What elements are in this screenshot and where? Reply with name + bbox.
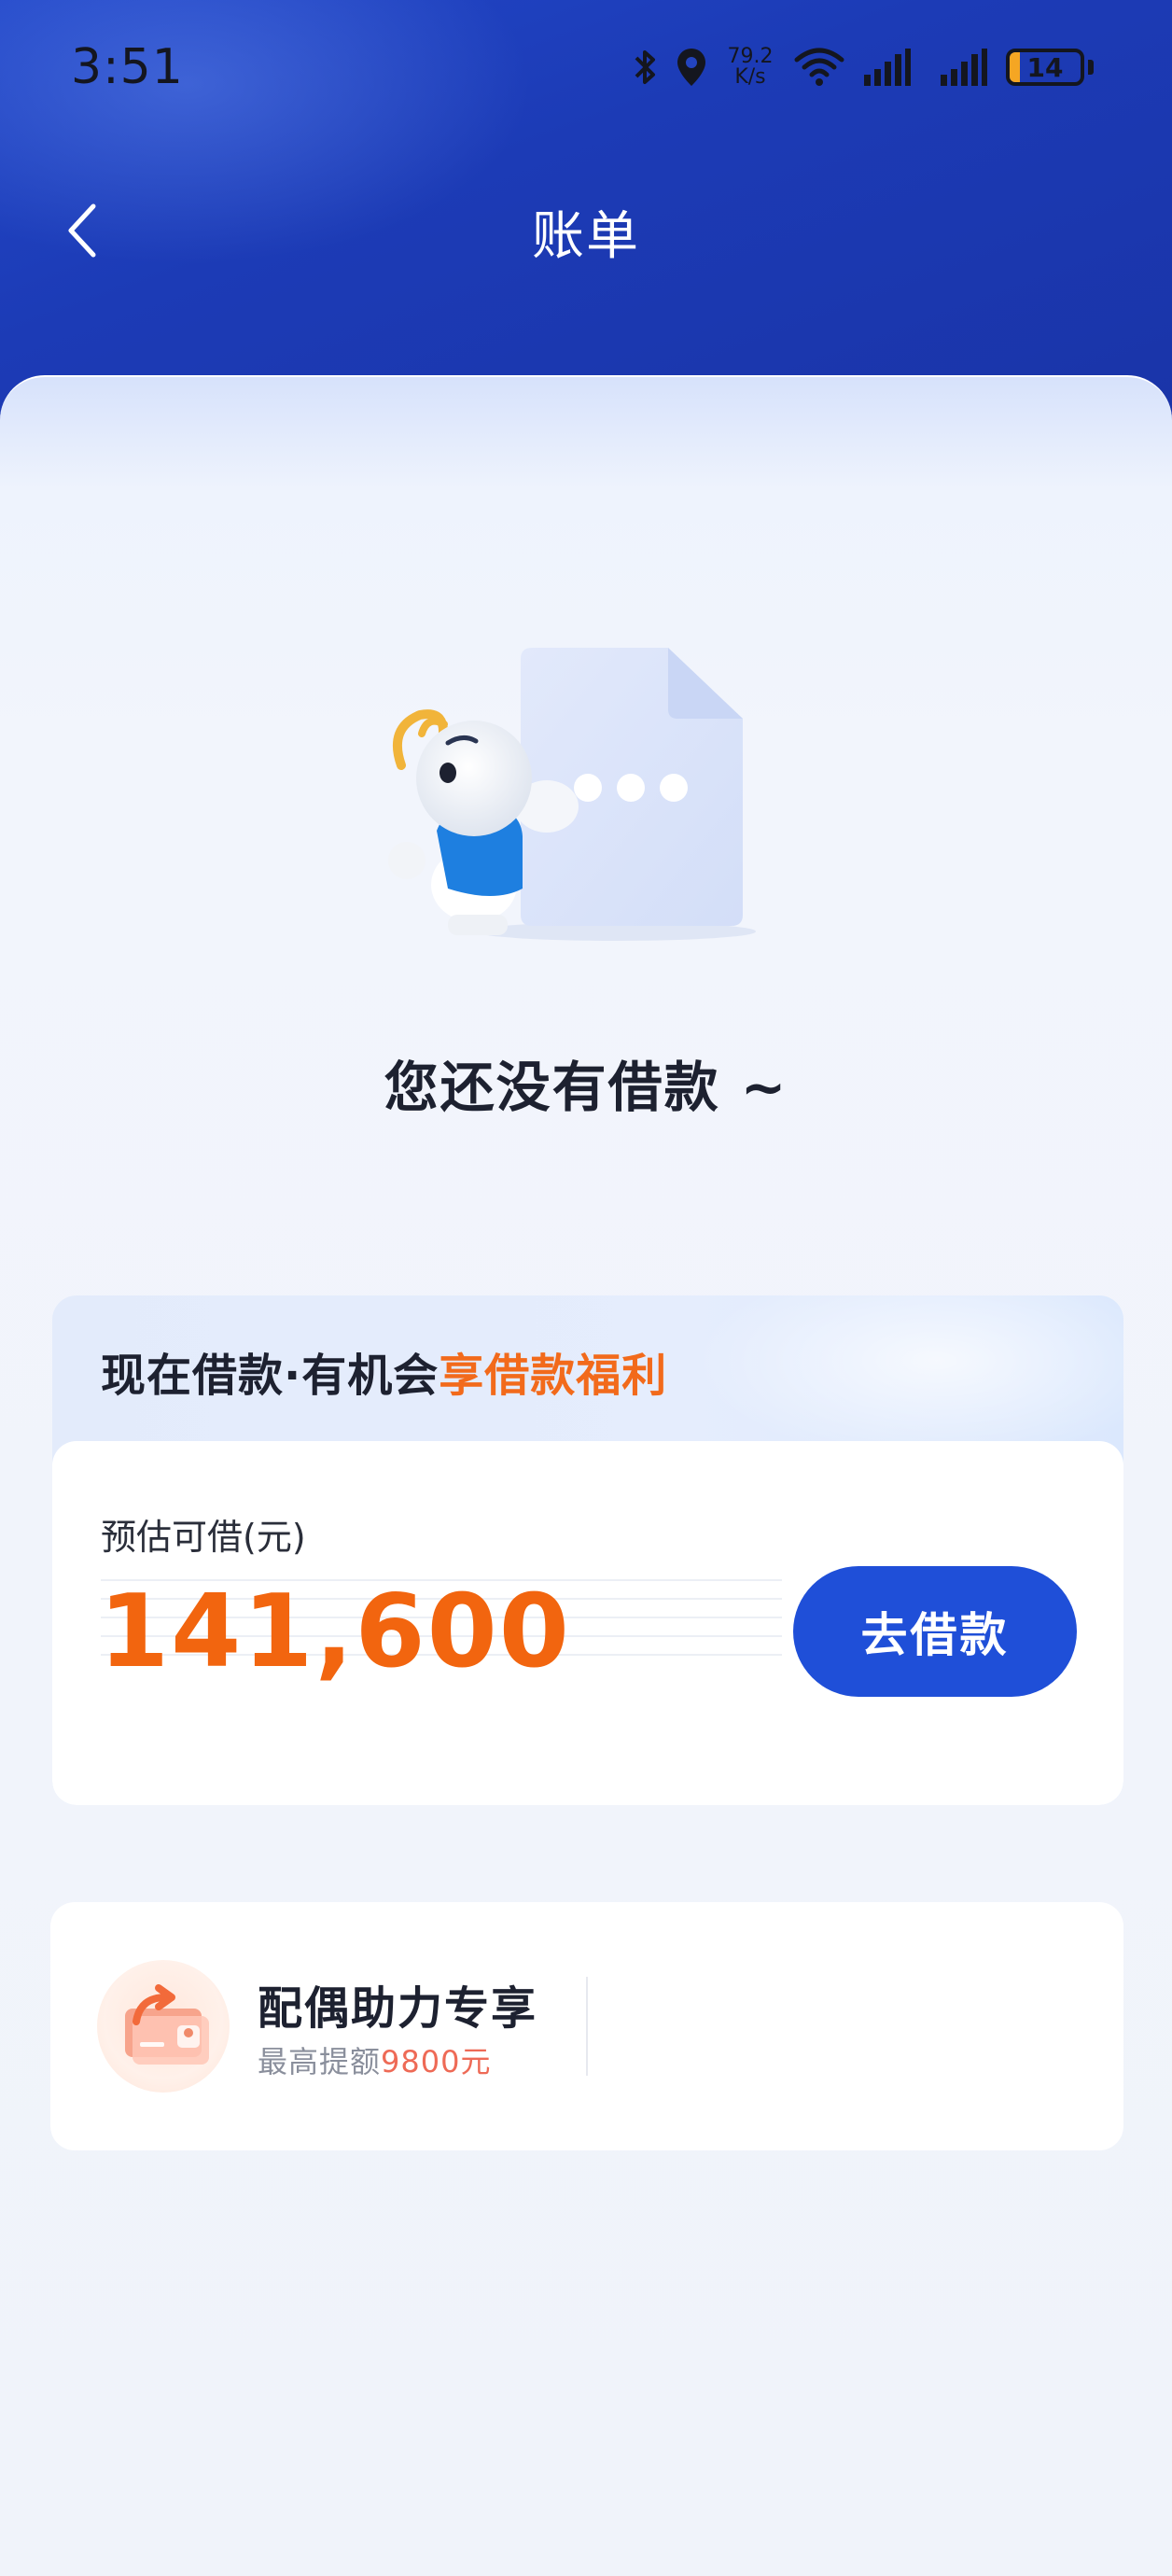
spouse-boost-card[interactable]: 配偶助力专享 最高提额9800元 <box>50 1902 1123 2150</box>
borrow-button[interactable]: 去借款 <box>793 1566 1077 1697</box>
estimated-amount: 141,600 <box>99 1574 571 1690</box>
status-bar: 3:51 79.2 K/s 14 <box>0 0 1172 131</box>
status-icons: 79.2 K/s 14 <box>631 41 1094 93</box>
loan-card: 现在借款·有机会享借款福利 预估可借(元) 141,600 去借款 <box>52 1295 1123 1805</box>
battery-icon: 14 <box>1006 49 1084 86</box>
spouse-boost-subtitle: 最高提额9800元 <box>258 2044 492 2079</box>
loan-promo-highlight: 享借款福利 <box>439 1350 668 1402</box>
empty-state-message: 您还没有借款 ~ <box>384 1056 788 1119</box>
spouse-boost-icon <box>97 1960 230 2093</box>
signal-icon <box>864 49 911 86</box>
location-icon <box>677 49 705 86</box>
estimate-label: 预估可借(元) <box>101 1517 306 1558</box>
divider <box>586 1977 588 2076</box>
spouse-boost-title: 配偶助力专享 <box>258 1982 538 2035</box>
net-speed: 79.2 K/s <box>727 45 774 89</box>
loan-card-body: 预估可借(元) 141,600 去借款 <box>52 1441 1123 1805</box>
bill-page: 3:51 79.2 K/s 14 账单 您还没有借款 ~ 现在借款·有机会享借款… <box>0 0 1172 2576</box>
signal-icon <box>941 49 987 86</box>
navigation-bar: 账单 <box>0 168 1172 289</box>
bluetooth-icon <box>635 50 655 84</box>
page-title: 账单 <box>532 206 640 267</box>
spouse-boost-amount: 9800元 <box>381 2044 492 2079</box>
status-time: 3:51 <box>71 39 184 95</box>
empty-bill-illustration <box>388 648 756 941</box>
wifi-icon <box>794 48 844 86</box>
loan-promo-banner: 现在借款·有机会享借款福利 <box>101 1350 668 1402</box>
